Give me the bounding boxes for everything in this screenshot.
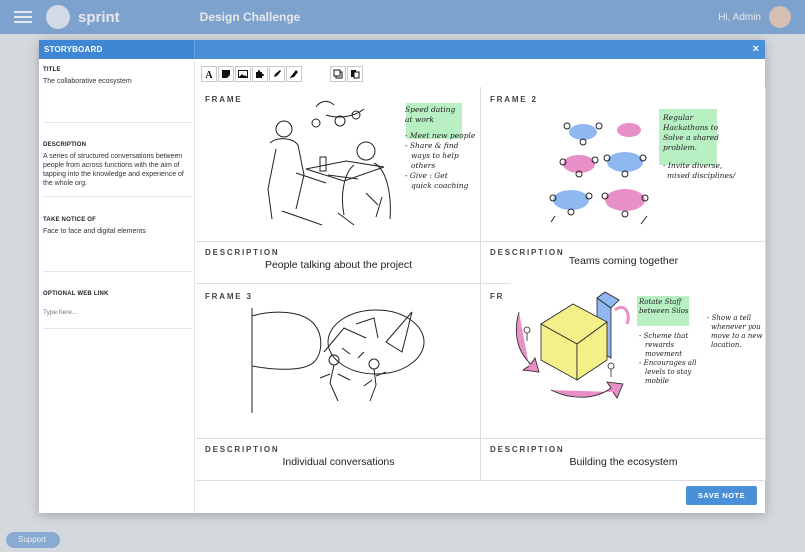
pen-icon — [274, 70, 281, 77]
frame-1[interactable]: FRAME Speed dating at work - Meet new peo… — [196, 87, 481, 242]
sticky-note-tool-button[interactable] — [218, 66, 234, 82]
frame-3-description-text[interactable]: Individual conversations — [196, 456, 481, 468]
storyboard-modal: STORYBOARD × TITLE The collaborative eco… — [39, 40, 766, 513]
text-icon: A — [205, 70, 213, 79]
frame-4-sticky-notes: Rotate Staff between Silos — [639, 298, 689, 315]
frame-1-notes: Speed dating at work - Meet new people - S… — [405, 105, 476, 190]
modal-header: STORYBOARD × — [39, 40, 765, 59]
save-note-button[interactable]: SAVE NOTE — [686, 486, 757, 505]
frame-4-label: FR — [490, 292, 505, 301]
description-field[interactable]: DESCRIPTION A series of structured conve… — [43, 142, 192, 197]
frame-4-description[interactable]: DESCRIPTION Building the ecosystem — [481, 439, 766, 481]
notice-label: TAKE NOTICE OF — [43, 217, 97, 223]
frame-1-description-label: DESCRIPTION — [205, 248, 280, 257]
web-link-input[interactable] — [43, 309, 183, 316]
frame-2-sketch — [549, 122, 649, 225]
paste-icon — [351, 70, 360, 79]
paste-tool-button[interactable] — [347, 66, 363, 82]
image-tool-button[interactable] — [235, 66, 251, 82]
storyboard-sidebar: TITLE The collaborative ecosystem DESCRI… — [39, 59, 195, 513]
background-page-title: Design Challenge — [199, 10, 301, 24]
frame-3-label: FRAME 3 — [205, 292, 253, 301]
frame-3-description-label: DESCRIPTION — [205, 445, 280, 454]
frame-2[interactable]: FRAME 2 Regular Hackathons to Solve a sh… — [481, 87, 766, 242]
frame-1-description-text[interactable]: People talking about the project — [196, 259, 481, 271]
notice-value[interactable]: Face to face and digital elements — [43, 227, 192, 236]
menu-icon — [14, 11, 32, 23]
svg-text:A: A — [205, 70, 213, 79]
frame-4-image: Rotate Staff between Silos - Scheme that r… — [511, 272, 765, 430]
description-label: DESCRIPTION — [43, 142, 87, 148]
title-field[interactable]: TITLE The collaborative ecosystem — [43, 67, 192, 123]
frame-3[interactable]: FRAME 3 — [196, 284, 481, 439]
web-link-field[interactable]: OPTIONAL WEB LINK — [43, 291, 192, 329]
frame-4-description-text[interactable]: Building the ecosystem — [481, 456, 766, 468]
avatar — [769, 6, 791, 28]
puzzle-tool-button[interactable] — [252, 66, 268, 82]
frame-4-description-label: DESCRIPTION — [490, 445, 565, 454]
frame-2-notes: Regular Hackathons to Solve a shared probl… — [663, 113, 736, 180]
puzzle-icon — [256, 70, 264, 78]
frame-2-description-text[interactable]: Teams coming together — [481, 255, 766, 267]
frame-3-description[interactable]: DESCRIPTION Individual conversations — [196, 439, 481, 481]
notice-field[interactable]: TAKE NOTICE OF Face to face and digital … — [43, 217, 192, 272]
storyboard-grid: FRAME Speed dating at work - Meet new peo… — [196, 87, 766, 481]
eraser-icon — [289, 70, 298, 79]
pen-tool-button[interactable] — [269, 66, 285, 82]
brand-name: sprint — [78, 8, 120, 26]
background-top-bar: sprint Design Challenge Hi, Admin — [0, 0, 805, 34]
text-tool-button[interactable]: A — [201, 66, 217, 82]
modal-title: STORYBOARD — [39, 40, 195, 59]
frame-4-sketch — [515, 291, 630, 399]
copy-icon — [333, 69, 343, 79]
description-value[interactable]: A series of structured conversations bet… — [43, 152, 192, 188]
frame-4[interactable]: FR Rotate Staff between Silos - Scheme t… — [481, 272, 766, 439]
user-greeting: Hi, Admin — [718, 11, 761, 23]
frame-2-label: FRAME 2 — [490, 95, 538, 104]
frame-4-side-notes: - Show a tell whenever you move to a new l… — [707, 314, 763, 349]
frame-1-label: FRAME — [205, 95, 243, 104]
frame-3-sketch — [251, 308, 425, 413]
web-link-label: OPTIONAL WEB LINK — [43, 291, 109, 297]
logo-icon — [46, 5, 70, 29]
eraser-tool-button[interactable] — [286, 66, 302, 82]
close-icon[interactable]: × — [753, 43, 759, 55]
title-label: TITLE — [43, 67, 61, 73]
support-button[interactable]: Support — [6, 532, 60, 548]
image-icon — [238, 70, 248, 78]
title-value[interactable]: The collaborative ecosystem — [43, 77, 192, 86]
frame-1-description[interactable]: DESCRIPTION People talking about the pro… — [196, 242, 481, 284]
editor-toolbar: A — [201, 66, 363, 82]
sticky-note-icon — [222, 70, 230, 78]
copy-tool-button[interactable] — [330, 66, 346, 82]
